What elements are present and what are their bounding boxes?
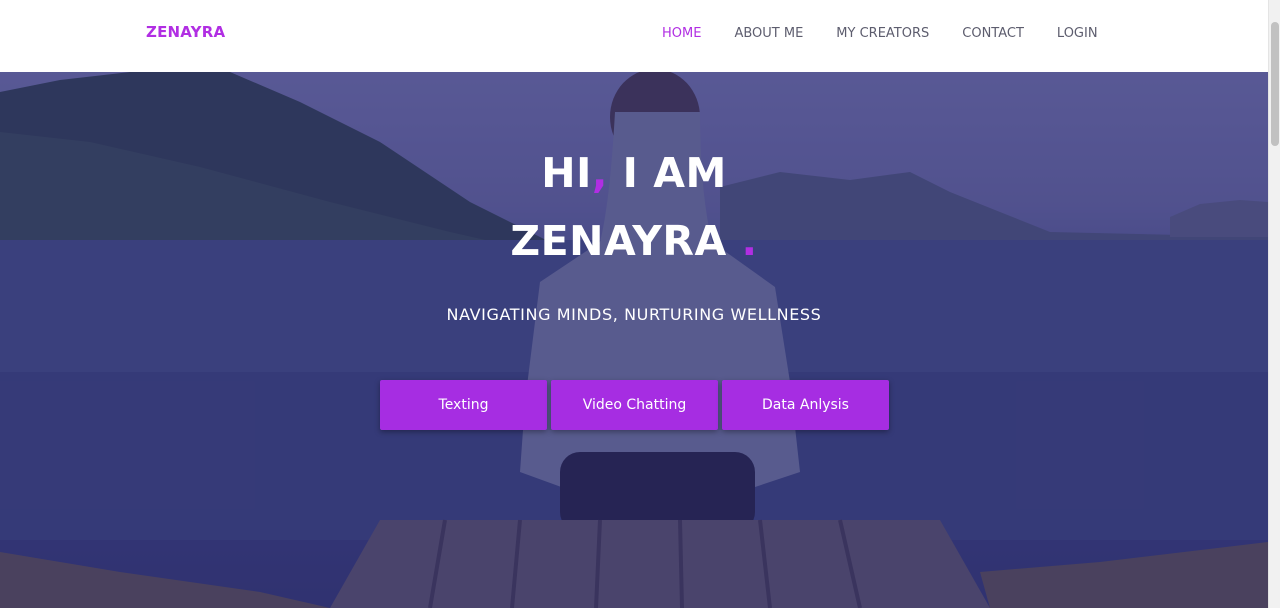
main-nav: HOME ABOUT ME MY CREATORS CONTACT LOGIN (662, 26, 1131, 41)
hero-button-group: Texting Video Chatting Data Anlysis (380, 380, 893, 430)
top-navbar: ZENAYRA HOME ABOUT ME MY CREATORS CONTAC… (0, 0, 1268, 72)
hero-name: ZENAYRA . (510, 217, 758, 265)
name-dot-accent: . (741, 217, 758, 265)
scrollbar-thumb[interactable] (1271, 22, 1279, 146)
page-scrollbar[interactable] (1268, 0, 1280, 608)
hero-tagline: NAVIGATING MINDS, NURTURING WELLNESS (446, 305, 822, 324)
hero-greeting: HI, I AM (541, 149, 727, 197)
greeting-comma-accent: , (591, 149, 608, 197)
nav-login-link[interactable]: LOGIN (1057, 26, 1098, 41)
texting-button[interactable]: Texting (380, 380, 547, 430)
nav-home-link[interactable]: HOME (662, 26, 701, 41)
hero-section: HI, I AM ZENAYRA . NAVIGATING MINDS, NUR… (0, 72, 1268, 608)
nav-creators-link[interactable]: MY CREATORS (836, 26, 929, 41)
brand-logo[interactable]: ZENAYRA (146, 23, 225, 41)
nav-about-link[interactable]: ABOUT ME (734, 26, 803, 41)
nav-contact-link[interactable]: CONTACT (962, 26, 1024, 41)
video-chatting-button[interactable]: Video Chatting (551, 380, 718, 430)
data-analysis-button[interactable]: Data Anlysis (722, 380, 889, 430)
